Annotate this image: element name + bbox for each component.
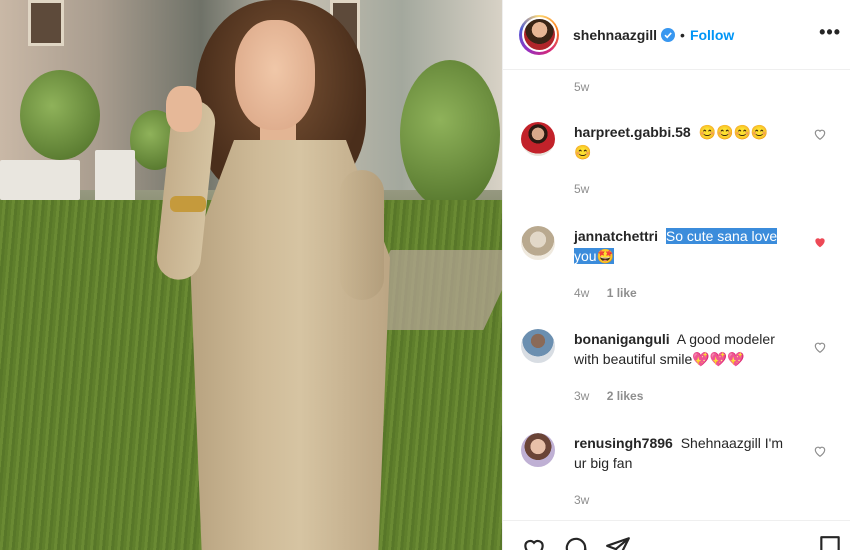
photo-arm bbox=[340, 170, 384, 300]
post-photo[interactable] bbox=[0, 0, 502, 550]
bookmark-icon[interactable] bbox=[817, 535, 843, 550]
story-ring[interactable] bbox=[519, 14, 559, 55]
comment-like-count[interactable]: 1 like bbox=[607, 286, 637, 300]
comment-icon[interactable] bbox=[563, 535, 589, 550]
comment-username[interactable]: jannatchettri bbox=[574, 228, 658, 244]
comment-time: 5w bbox=[574, 182, 590, 196]
comment-time: 3w bbox=[574, 389, 590, 403]
photo-face bbox=[235, 20, 315, 130]
comment-meta: 3w bbox=[574, 493, 589, 507]
comment-text: 😊😊😊😊 bbox=[698, 124, 769, 140]
avatar[interactable] bbox=[521, 226, 555, 260]
avatar[interactable] bbox=[523, 19, 555, 50]
verified-badge-icon bbox=[661, 27, 676, 42]
heart-icon[interactable] bbox=[521, 535, 547, 550]
photo-hand bbox=[166, 86, 202, 132]
comment-meta: 5w bbox=[574, 182, 589, 196]
comment-time: 3w bbox=[574, 493, 590, 507]
photo-window bbox=[28, 0, 64, 46]
follow-button[interactable]: Follow bbox=[690, 27, 734, 43]
comment-username[interactable]: renusingh7896 bbox=[574, 435, 673, 451]
comment-text-selected: you🤩 bbox=[574, 248, 615, 264]
comment-text: 😊 bbox=[574, 144, 592, 160]
photo-bangle bbox=[170, 196, 206, 212]
more-options-icon[interactable]: ••• bbox=[819, 22, 841, 43]
photo-planter bbox=[0, 160, 80, 200]
avatar[interactable] bbox=[521, 122, 555, 156]
comment-emoji: 💖💖💖 bbox=[692, 351, 745, 367]
heart-icon[interactable] bbox=[813, 340, 827, 354]
separator-dot: • bbox=[680, 26, 685, 43]
comment-meta: 3w 2 likes bbox=[574, 389, 643, 403]
heart-filled-icon[interactable] bbox=[813, 235, 827, 249]
comment-text: ur big fan bbox=[574, 455, 633, 471]
post-detail-panel: shehnaazgill • Follow ••• 5w harpreet.ga… bbox=[502, 0, 850, 550]
comment-text-selected: So cute sana love bbox=[665, 228, 778, 244]
avatar[interactable] bbox=[521, 329, 555, 363]
comment-username[interactable]: harpreet.gabbi.58 bbox=[574, 124, 691, 140]
photo-planter bbox=[95, 150, 135, 205]
photo-shrub bbox=[20, 70, 100, 160]
comment-time: 4w bbox=[574, 286, 590, 300]
post-header: shehnaazgill • Follow ••• bbox=[503, 0, 850, 70]
comment-text: Shehnaazgill I'm bbox=[680, 435, 784, 451]
comment-body: harpreet.gabbi.58 😊😊😊😊 😊 bbox=[574, 122, 814, 162]
comment-body: bonaniganguli A good modeler with beauti… bbox=[574, 329, 814, 369]
comment-text: with beautiful smile bbox=[574, 351, 693, 367]
comment-body: renusingh7896 Shehnaazgill I'm ur big fa… bbox=[574, 433, 814, 473]
comment-body: jannatchettri So cute sana love you🤩 bbox=[574, 226, 814, 266]
photo-person bbox=[150, 0, 430, 550]
comment-username[interactable]: bonaniganguli bbox=[574, 331, 670, 347]
paper-plane-icon[interactable] bbox=[605, 535, 631, 550]
comment-like-count[interactable]: 2 likes bbox=[607, 389, 644, 403]
comment-meta: 4w 1 like bbox=[574, 286, 637, 300]
heart-icon[interactable] bbox=[813, 444, 827, 458]
avatar[interactable] bbox=[521, 433, 555, 467]
post-action-bar bbox=[503, 520, 850, 550]
post-timestamp: 5w bbox=[574, 80, 590, 94]
comment-text: A good modeler bbox=[676, 331, 775, 347]
heart-icon[interactable] bbox=[813, 127, 827, 141]
post-author-username[interactable]: shehnaazgill bbox=[573, 27, 657, 43]
